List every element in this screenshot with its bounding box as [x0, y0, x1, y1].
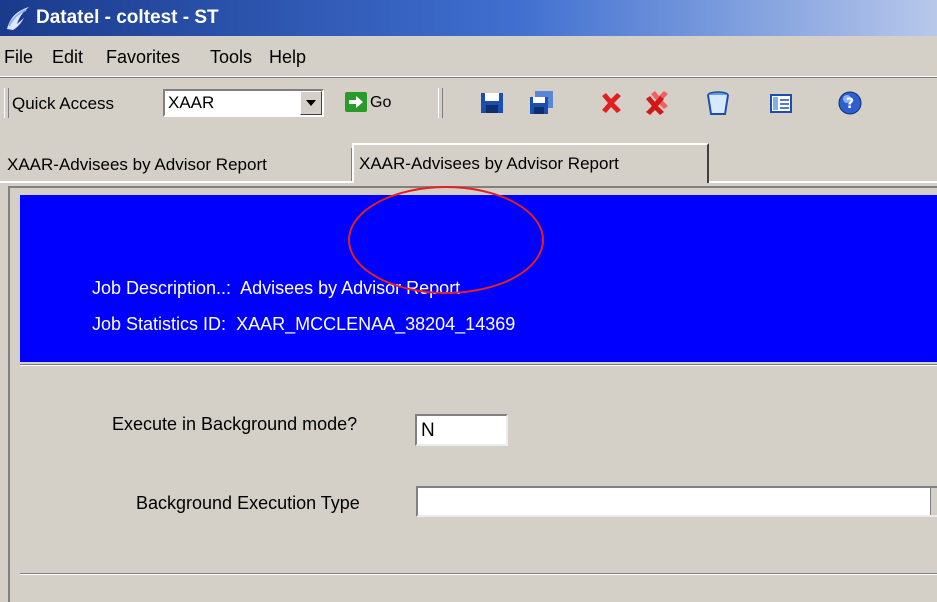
divider — [20, 573, 937, 575]
background-type-input[interactable] — [416, 486, 937, 517]
toolbar: Quick Access XAAR Go ? — [0, 77, 937, 128]
tab-strip: XAAR-Advisees by Advisor Report XAAR-Adv… — [0, 140, 937, 183]
toolbar-grip[interactable] — [4, 88, 9, 118]
tab-xaar-advisees-2-active[interactable]: XAAR-Advisees by Advisor Report — [352, 143, 709, 183]
go-label: Go — [370, 94, 392, 111]
cancel-all-icon[interactable] — [643, 89, 671, 117]
quick-access-label: Quick Access — [12, 94, 115, 113]
datatel-logo-icon — [7, 7, 29, 30]
tab-xaar-advisees-1[interactable]: XAAR-Advisees by Advisor Report — [2, 148, 352, 182]
job-stats-label: Job Statistics ID: — [92, 314, 227, 334]
menu-help[interactable]: Help — [269, 47, 306, 68]
chevron-down-icon — [306, 100, 316, 106]
execute-background-value[interactable]: N — [421, 420, 435, 442]
job-stats-value: XAAR_MCCLENAA_38204_14369 — [236, 314, 516, 334]
quick-access-dropdown-button[interactable] — [300, 91, 322, 115]
menu-favorites[interactable]: Favorites — [106, 47, 180, 68]
help-icon[interactable]: ? — [836, 89, 864, 117]
menu-bar: File Edit Favorites Tools Help — [0, 36, 937, 77]
highlight-circle-annotation — [348, 186, 544, 294]
menu-tools[interactable]: Tools — [210, 47, 252, 68]
background-type-label: Background Execution Type — [136, 493, 360, 513]
details-icon[interactable] — [767, 89, 795, 117]
save-icon[interactable] — [478, 89, 506, 117]
quick-access-combobox[interactable]: XAAR — [163, 89, 324, 117]
menu-file[interactable]: File — [4, 47, 33, 68]
window-title: Datatel - coltest - ST — [36, 7, 219, 28]
divider — [20, 364, 937, 366]
job-stats-line: Job Statistics ID: XAAR_MCCLENAA_38204_1… — [92, 314, 515, 335]
job-description-label: Job Description..: — [92, 278, 232, 298]
go-button[interactable]: Go — [345, 90, 405, 118]
execute-background-input[interactable]: N — [415, 414, 508, 446]
cancel-icon[interactable] — [597, 89, 625, 117]
execute-background-label: Execute in Background mode? — [112, 414, 358, 434]
toolbar-separator — [438, 88, 443, 118]
background-type-dropdown-edge[interactable] — [930, 488, 937, 515]
title-bar: Datatel - coltest - ST — [0, 0, 937, 36]
go-arrow-icon — [345, 92, 367, 112]
trash-icon[interactable] — [704, 89, 732, 117]
save-all-icon[interactable] — [527, 89, 555, 117]
menu-edit[interactable]: Edit — [52, 47, 83, 68]
quick-access-value[interactable]: XAAR — [168, 93, 214, 113]
svg-text:?: ? — [846, 96, 854, 112]
